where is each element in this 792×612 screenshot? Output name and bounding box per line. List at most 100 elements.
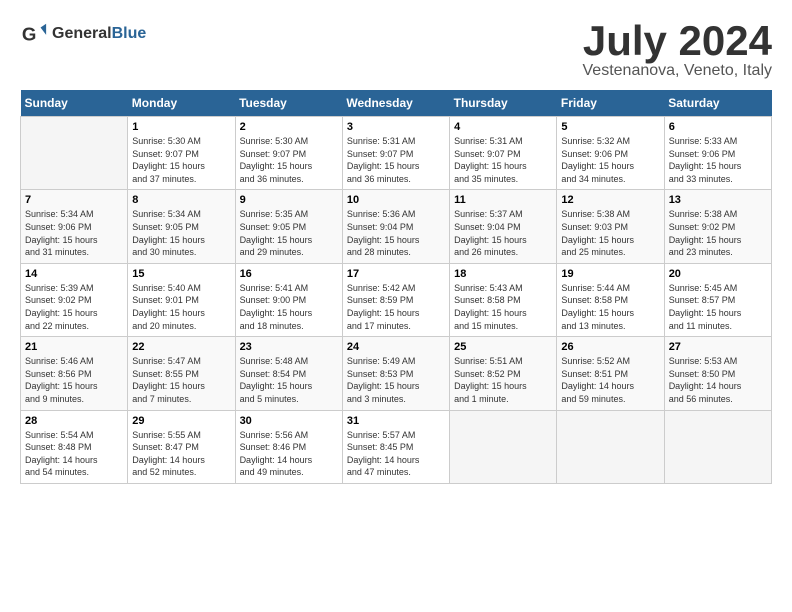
svg-text:G: G — [22, 24, 37, 45]
day-number: 8 — [132, 194, 230, 206]
calendar-table: Sunday Monday Tuesday Wednesday Thursday… — [20, 90, 772, 484]
day-info: Sunrise: 5:55 AM Sunset: 8:47 PM Dayligh… — [132, 429, 230, 479]
day-number: 15 — [132, 268, 230, 280]
day-info: Sunrise: 5:56 AM Sunset: 8:46 PM Dayligh… — [240, 429, 338, 479]
day-info: Sunrise: 5:34 AM Sunset: 9:05 PM Dayligh… — [132, 208, 230, 258]
day-info: Sunrise: 5:35 AM Sunset: 9:05 PM Dayligh… — [240, 208, 338, 258]
calendar-body: 1 Sunrise: 5:30 AM Sunset: 9:07 PM Daylig… — [21, 117, 772, 484]
day-number: 18 — [454, 268, 552, 280]
calendar-cell — [21, 117, 128, 190]
month-title: July 2024 — [583, 20, 772, 62]
calendar-cell: 29Sunrise: 5:55 AM Sunset: 8:47 PM Dayli… — [128, 410, 235, 483]
calendar-cell: 3Sunrise: 5:31 AM Sunset: 9:07 PM Daylig… — [342, 117, 449, 190]
day-info: Sunrise: 5:36 AM Sunset: 9:04 PM Dayligh… — [347, 208, 445, 258]
day-info: Sunrise: 5:34 AM Sunset: 9:06 PM Dayligh… — [25, 208, 123, 258]
calendar-cell: 13 Sunrise: 5:38 AM Sunset: 9:02 PM Dayli… — [664, 190, 771, 263]
location-subtitle: Vestenanova, Veneto, Italy — [583, 62, 772, 80]
day-info: Sunrise: 5:30 AM Sunset: 9:07 PM Dayligh… — [240, 135, 338, 185]
day-info: Sunrise: 5:38 AM Sunset: 9:02 PM Dayligh… — [669, 208, 767, 258]
calendar-cell: 14Sunrise: 5:39 AM Sunset: 9:02 PM Dayli… — [21, 263, 128, 336]
calendar-cell: 26Sunrise: 5:52 AM Sunset: 8:51 PM Dayli… — [557, 337, 664, 410]
header-friday: Friday — [557, 90, 664, 117]
title-section: July 2024 Vestenanova, Veneto, Italy — [583, 20, 772, 80]
calendar-header: Sunday Monday Tuesday Wednesday Thursday… — [21, 90, 772, 117]
page-header: G GeneralBlue July 2024 Vestenanova, Ven… — [20, 20, 772, 80]
day-info: Sunrise: 5:37 AM Sunset: 9:04 PM Dayligh… — [454, 208, 552, 258]
day-number: 17 — [347, 268, 445, 280]
day-number: 21 — [25, 341, 123, 353]
calendar-cell: 23Sunrise: 5:48 AM Sunset: 8:54 PM Dayli… — [235, 337, 342, 410]
day-info: Sunrise: 5:45 AM Sunset: 8:57 PM Dayligh… — [669, 282, 767, 332]
calendar-cell: 17 Sunrise: 5:42 AM Sunset: 8:59 PM Dayli… — [342, 263, 449, 336]
logo-general: GeneralBlue — [52, 25, 146, 43]
day-number: 14 — [25, 268, 123, 280]
calendar-cell: 15Sunrise: 5:40 AM Sunset: 9:01 PM Dayli… — [128, 263, 235, 336]
day-info: Sunrise: 5:32 AM Sunset: 9:06 PM Dayligh… — [561, 135, 659, 185]
day-info: Sunrise: 5:53 AM Sunset: 8:50 PM Dayligh… — [669, 355, 767, 405]
day-info: Sunrise: 5:49 AM Sunset: 8:53 PM Dayligh… — [347, 355, 445, 405]
calendar-week-0: 1 Sunrise: 5:30 AM Sunset: 9:07 PM Daylig… — [21, 117, 772, 190]
day-number: 13 — [669, 194, 767, 206]
calendar-cell: 28 Sunrise: 5:54 AM Sunset: 8:48 PM Dayli… — [21, 410, 128, 483]
calendar-cell: 10 Sunrise: 5:36 AM Sunset: 9:04 PM Dayli… — [342, 190, 449, 263]
day-number: 22 — [132, 341, 230, 353]
day-info: Sunrise: 5:31 AM Sunset: 9:07 PM Dayligh… — [347, 135, 445, 185]
day-number: 10 — [347, 194, 445, 206]
day-number: 1 — [132, 121, 230, 133]
day-info: Sunrise: 5:54 AM Sunset: 8:48 PM Dayligh… — [25, 429, 123, 479]
logo: G GeneralBlue — [20, 20, 146, 48]
day-number: 28 — [25, 415, 123, 427]
day-info: Sunrise: 5:57 AM Sunset: 8:45 PM Dayligh… — [347, 429, 445, 479]
calendar-cell: 6Sunrise: 5:33 AM Sunset: 9:06 PM Daylig… — [664, 117, 771, 190]
day-number: 25 — [454, 341, 552, 353]
calendar-cell: 21 Sunrise: 5:46 AM Sunset: 8:56 PM Dayli… — [21, 337, 128, 410]
day-number: 16 — [240, 268, 338, 280]
calendar-cell: 2 Sunrise: 5:30 AM Sunset: 9:07 PM Daylig… — [235, 117, 342, 190]
day-number: 27 — [669, 341, 767, 353]
day-info: Sunrise: 5:30 AM Sunset: 9:07 PM Dayligh… — [132, 135, 230, 185]
day-info: Sunrise: 5:47 AM Sunset: 8:55 PM Dayligh… — [132, 355, 230, 405]
day-number: 2 — [240, 121, 338, 133]
day-info: Sunrise: 5:42 AM Sunset: 8:59 PM Dayligh… — [347, 282, 445, 332]
calendar-cell: 18 Sunrise: 5:43 AM Sunset: 8:58 PM Dayli… — [450, 263, 557, 336]
calendar-week-3: 21 Sunrise: 5:46 AM Sunset: 8:56 PM Dayli… — [21, 337, 772, 410]
day-number: 19 — [561, 268, 659, 280]
day-number: 11 — [454, 194, 552, 206]
day-number: 5 — [561, 121, 659, 133]
calendar-cell: 20Sunrise: 5:45 AM Sunset: 8:57 PM Dayli… — [664, 263, 771, 336]
calendar-cell: 24Sunrise: 5:49 AM Sunset: 8:53 PM Dayli… — [342, 337, 449, 410]
calendar-cell — [450, 410, 557, 483]
day-info: Sunrise: 5:44 AM Sunset: 8:58 PM Dayligh… — [561, 282, 659, 332]
header-wednesday: Wednesday — [342, 90, 449, 117]
header-tuesday: Tuesday — [235, 90, 342, 117]
logo-icon: G — [20, 20, 48, 48]
calendar-cell: 19 Sunrise: 5:44 AM Sunset: 8:58 PM Dayli… — [557, 263, 664, 336]
calendar-cell — [557, 410, 664, 483]
calendar-cell: 7 Sunrise: 5:34 AM Sunset: 9:06 PM Daylig… — [21, 190, 128, 263]
day-number: 4 — [454, 121, 552, 133]
day-info: Sunrise: 5:41 AM Sunset: 9:00 PM Dayligh… — [240, 282, 338, 332]
day-info: Sunrise: 5:31 AM Sunset: 9:07 PM Dayligh… — [454, 135, 552, 185]
calendar-cell: 25Sunrise: 5:51 AM Sunset: 8:52 PM Dayli… — [450, 337, 557, 410]
day-number: 23 — [240, 341, 338, 353]
day-info: Sunrise: 5:38 AM Sunset: 9:03 PM Dayligh… — [561, 208, 659, 258]
calendar-cell — [664, 410, 771, 483]
header-saturday: Saturday — [664, 90, 771, 117]
calendar-cell: 8 Sunrise: 5:34 AM Sunset: 9:05 PM Daylig… — [128, 190, 235, 263]
calendar-week-4: 28 Sunrise: 5:54 AM Sunset: 8:48 PM Dayli… — [21, 410, 772, 483]
calendar-cell: 30 Sunrise: 5:56 AM Sunset: 8:46 PM Dayli… — [235, 410, 342, 483]
header-sunday: Sunday — [21, 90, 128, 117]
day-number: 30 — [240, 415, 338, 427]
calendar-cell: 16 Sunrise: 5:41 AM Sunset: 9:00 PM Dayli… — [235, 263, 342, 336]
calendar-week-1: 7 Sunrise: 5:34 AM Sunset: 9:06 PM Daylig… — [21, 190, 772, 263]
day-info: Sunrise: 5:46 AM Sunset: 8:56 PM Dayligh… — [25, 355, 123, 405]
calendar-cell: 1 Sunrise: 5:30 AM Sunset: 9:07 PM Daylig… — [128, 117, 235, 190]
calendar-cell: 12Sunrise: 5:38 AM Sunset: 9:03 PM Dayli… — [557, 190, 664, 263]
day-number: 7 — [25, 194, 123, 206]
header-monday: Monday — [128, 90, 235, 117]
header-thursday: Thursday — [450, 90, 557, 117]
calendar-cell: 4 Sunrise: 5:31 AM Sunset: 9:07 PM Daylig… — [450, 117, 557, 190]
day-number: 26 — [561, 341, 659, 353]
day-info: Sunrise: 5:33 AM Sunset: 9:06 PM Dayligh… — [669, 135, 767, 185]
day-info: Sunrise: 5:43 AM Sunset: 8:58 PM Dayligh… — [454, 282, 552, 332]
